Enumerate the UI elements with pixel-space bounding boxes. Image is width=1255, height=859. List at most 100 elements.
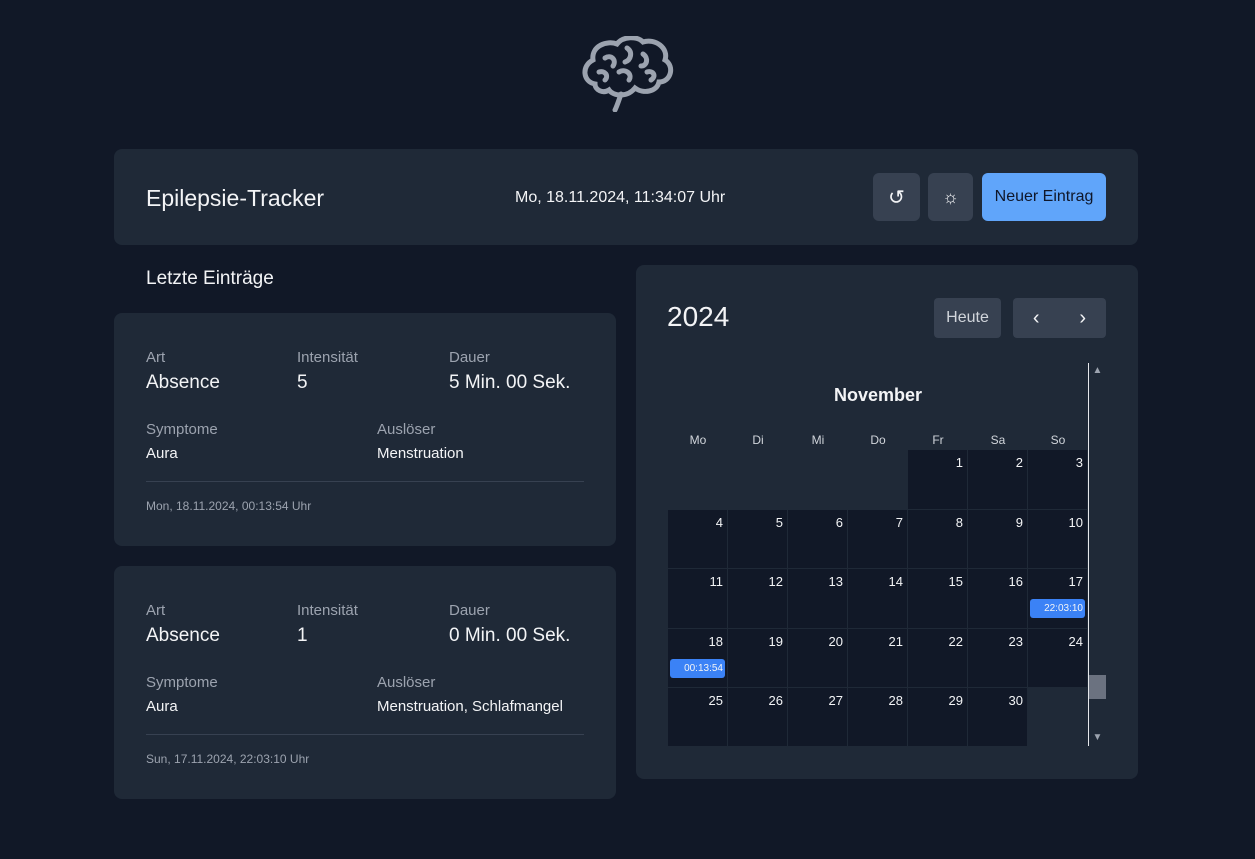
refresh-button[interactable]: ↺ (873, 173, 920, 221)
chevron-right-icon: › (1079, 306, 1087, 329)
triggers-value: Menstruation (377, 445, 464, 462)
entry-card: Art Absence Intensität 1 Dauer 0 Min. 00… (114, 566, 616, 799)
day-number: 4 (715, 514, 723, 530)
symptoms-label: Symptome (146, 674, 218, 691)
day-cell[interactable]: 22 (908, 628, 968, 688)
day-number: 19 (768, 633, 783, 649)
day-cell[interactable]: 10 (1028, 509, 1088, 569)
chevron-left-icon: ‹ (1032, 306, 1040, 329)
intensity-value: 1 (297, 625, 308, 646)
day-cell[interactable]: 3 (1028, 450, 1088, 510)
header-bar: Epilepsie-Tracker Mo, 18.11.2024, 11:34:… (114, 149, 1138, 245)
today-button[interactable]: Heute (934, 298, 1001, 338)
day-cell[interactable]: 12 (728, 569, 788, 629)
day-cell[interactable]: 11 (668, 569, 728, 629)
day-cell[interactable]: 5 (728, 509, 788, 569)
month-title: November (833, 385, 923, 405)
empty-day-cell (728, 450, 788, 510)
next-month-button[interactable]: › (1060, 298, 1107, 338)
day-number: 12 (768, 574, 783, 589)
day-cell[interactable]: 25 (668, 688, 728, 746)
day-cell[interactable]: 29 (908, 688, 968, 746)
day-number: 5 (775, 514, 783, 530)
scroll-thumb[interactable] (1089, 675, 1106, 699)
day-cell[interactable]: 9 (968, 509, 1028, 569)
weekday-label: Do (870, 433, 886, 447)
day-cell[interactable]: 21 (848, 628, 908, 688)
recent-entries-title: Letzte Einträge (146, 268, 274, 289)
symptoms-value: Aura (146, 445, 178, 462)
brain-logo-icon (577, 35, 675, 113)
entry-timestamp: Sun, 17.11.2024, 22:03:10 Uhr (146, 752, 310, 766)
art-label: Art (146, 349, 166, 366)
empty-day-cell (788, 450, 848, 510)
empty-day-cell (1028, 688, 1088, 746)
divider (146, 481, 584, 482)
day-cell[interactable]: 4 (668, 509, 728, 569)
duration-label: Dauer (449, 602, 490, 619)
calendar-nav: ‹ › (1013, 298, 1106, 338)
sun-icon: ☼ (942, 186, 959, 207)
day-cell[interactable]: 17 22:03:10 (1028, 569, 1088, 629)
day-cell[interactable]: 14 (848, 569, 908, 629)
day-cell[interactable]: 24 (1028, 628, 1088, 688)
day-cell[interactable]: 30 (968, 688, 1028, 746)
scroll-down-icon[interactable]: ▼ (1089, 730, 1106, 746)
calendar-panel: 2024 Heute ‹ › November Mo Di Mi Do Fr Sa So 1… (636, 265, 1138, 779)
triggers-label: Auslöser (377, 421, 436, 438)
weekday-label: Mo (689, 433, 707, 447)
new-entry-button[interactable]: Neuer Eintrag (982, 173, 1106, 221)
day-cell[interactable]: 18 00:13:54 (668, 628, 728, 688)
day-number: 1 (955, 455, 963, 470)
scroll-up-icon[interactable]: ▲ (1089, 363, 1106, 379)
current-datetime: Mo, 18.11.2024, 11:34:07 Uhr (515, 189, 726, 206)
art-label: Art (146, 602, 166, 619)
intensity-label: Intensität (297, 602, 358, 619)
theme-toggle-button[interactable]: ☼ (928, 173, 973, 221)
day-number: 9 (1015, 514, 1023, 530)
symptoms-value: Aura (146, 698, 178, 715)
day-cell[interactable]: 16 (968, 569, 1028, 629)
day-cell[interactable]: 28 (848, 688, 908, 746)
calendar-event[interactable]: 22:03:10 (1030, 599, 1085, 618)
day-cell[interactable]: 8 (908, 509, 968, 569)
day-number: 2 (1015, 455, 1023, 470)
day-cell[interactable]: 15 (908, 569, 968, 629)
duration-value: 5 Min. 00 Sek. (449, 372, 571, 393)
day-number: 27 (828, 693, 843, 708)
day-number: 16 (1008, 574, 1023, 589)
calendar-event[interactable]: 00:13:54 (670, 658, 725, 678)
day-number: 11 (709, 574, 724, 589)
day-cell[interactable]: 2 (968, 450, 1028, 510)
weekday-label: Mi (811, 433, 825, 447)
day-number: 10 (1068, 514, 1083, 530)
calendar-scrollbar[interactable]: ▲ ▼ (1088, 363, 1106, 746)
intensity-label: Intensität (297, 349, 358, 366)
day-cell[interactable]: 27 (788, 688, 848, 746)
prev-month-button[interactable]: ‹ (1013, 298, 1060, 338)
day-cell[interactable]: 26 (728, 688, 788, 746)
day-number: 18 (708, 633, 723, 649)
day-number: 14 (888, 574, 903, 589)
day-number: 8 (955, 514, 963, 530)
day-cell[interactable]: 6 (788, 509, 848, 569)
day-cell[interactable]: 7 (848, 509, 908, 569)
day-number: 6 (835, 514, 843, 530)
intensity-value: 5 (297, 372, 308, 393)
day-cell[interactable]: 1 (908, 450, 968, 510)
day-number: 7 (895, 514, 903, 530)
divider (146, 734, 584, 735)
day-number: 24 (1068, 633, 1083, 649)
app-title: Epilepsie-Tracker (146, 185, 325, 211)
day-number: 20 (828, 633, 843, 649)
symptoms-label: Symptome (146, 421, 218, 438)
day-cell[interactable]: 20 (788, 628, 848, 688)
day-cell[interactable]: 23 (968, 628, 1028, 688)
day-cell[interactable]: 19 (728, 628, 788, 688)
entry-timestamp: Mon, 18.11.2024, 00:13:54 Uhr (146, 499, 312, 513)
day-number: 28 (888, 693, 903, 708)
day-cell[interactable]: 13 (788, 569, 848, 629)
calendar-view: November Mo Di Mi Do Fr Sa So 1 2 3 4 5 6 7 8 9 10 11 12 1… (668, 363, 1106, 746)
day-number: 29 (948, 693, 963, 708)
art-value: Absence (146, 625, 220, 646)
